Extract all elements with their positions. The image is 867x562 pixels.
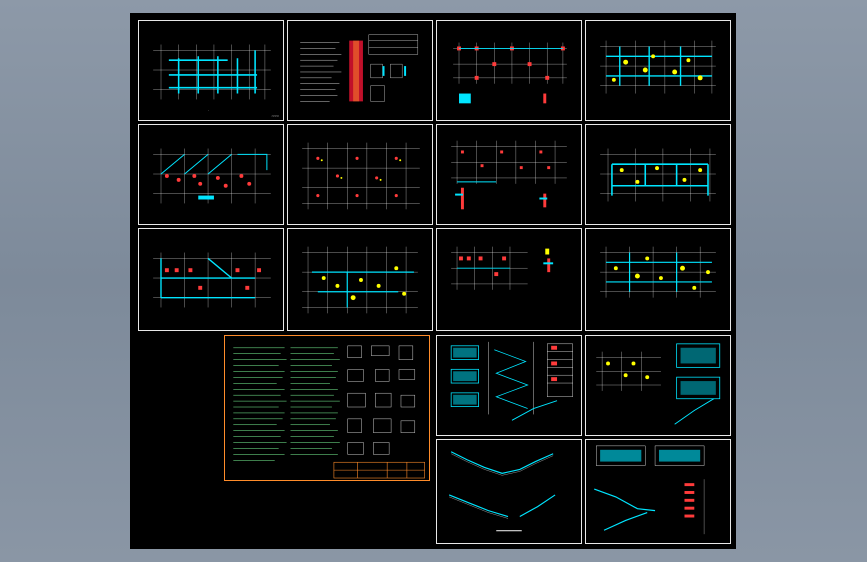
- sheet-slab-plan-2[interactable]: [287, 228, 433, 331]
- sheet-drawing: [233, 345, 425, 479]
- svg-text:.: .: [208, 108, 209, 112]
- sheet-drawing: [594, 445, 705, 535]
- sheet-drawing: [453, 42, 567, 104]
- sheet-foundation-plan[interactable]: [287, 124, 433, 225]
- sheet-drawing: .: [153, 44, 271, 112]
- sheet-drawing: [153, 252, 271, 308]
- sheet-drawing: [596, 343, 721, 425]
- sheet-drawing: [451, 246, 554, 290]
- sheet-general-notes[interactable]: [287, 20, 433, 121]
- sheet-drawing: [302, 142, 420, 210]
- sheet-beam-plan-1[interactable]: . ▭▭▭▭: [138, 20, 284, 121]
- sheet-stair-plan[interactable]: [585, 335, 731, 436]
- sheet-column-plan-5[interactable]: [436, 228, 582, 331]
- sheet-drawing: [600, 40, 716, 94]
- sheet-drawing: [153, 148, 271, 204]
- sheet-drawing: [450, 341, 573, 421]
- sheet-stair-section-2[interactable]: [585, 439, 731, 544]
- sheet-drawing: [302, 246, 418, 314]
- sheet-stair-section-1[interactable]: [436, 439, 582, 544]
- sheet-beam-plan-2[interactable]: [585, 124, 731, 225]
- sheet-drawing: [600, 148, 716, 202]
- title-block: ▭▭▭▭: [271, 114, 279, 118]
- drawing-canvas[interactable]: . ▭▭▭▭: [130, 13, 736, 549]
- sheet-column-plan-4[interactable]: [138, 228, 284, 331]
- sheet-column-plan-3[interactable]: [436, 124, 582, 225]
- sheet-drawing: [300, 34, 419, 102]
- sheet-drawing: [448, 451, 556, 532]
- sheet-drawing: [451, 140, 567, 210]
- sheet-slab-plan-3[interactable]: [585, 228, 731, 331]
- sheet-column-plan-2[interactable]: [138, 124, 284, 225]
- sheet-column-plan-1[interactable]: [436, 20, 582, 121]
- sheet-design-notes[interactable]: [224, 335, 430, 481]
- sheet-drawing: [600, 246, 716, 298]
- sheet-stair-detail-1[interactable]: [436, 335, 582, 436]
- sheet-slab-plan-1[interactable]: [585, 20, 731, 121]
